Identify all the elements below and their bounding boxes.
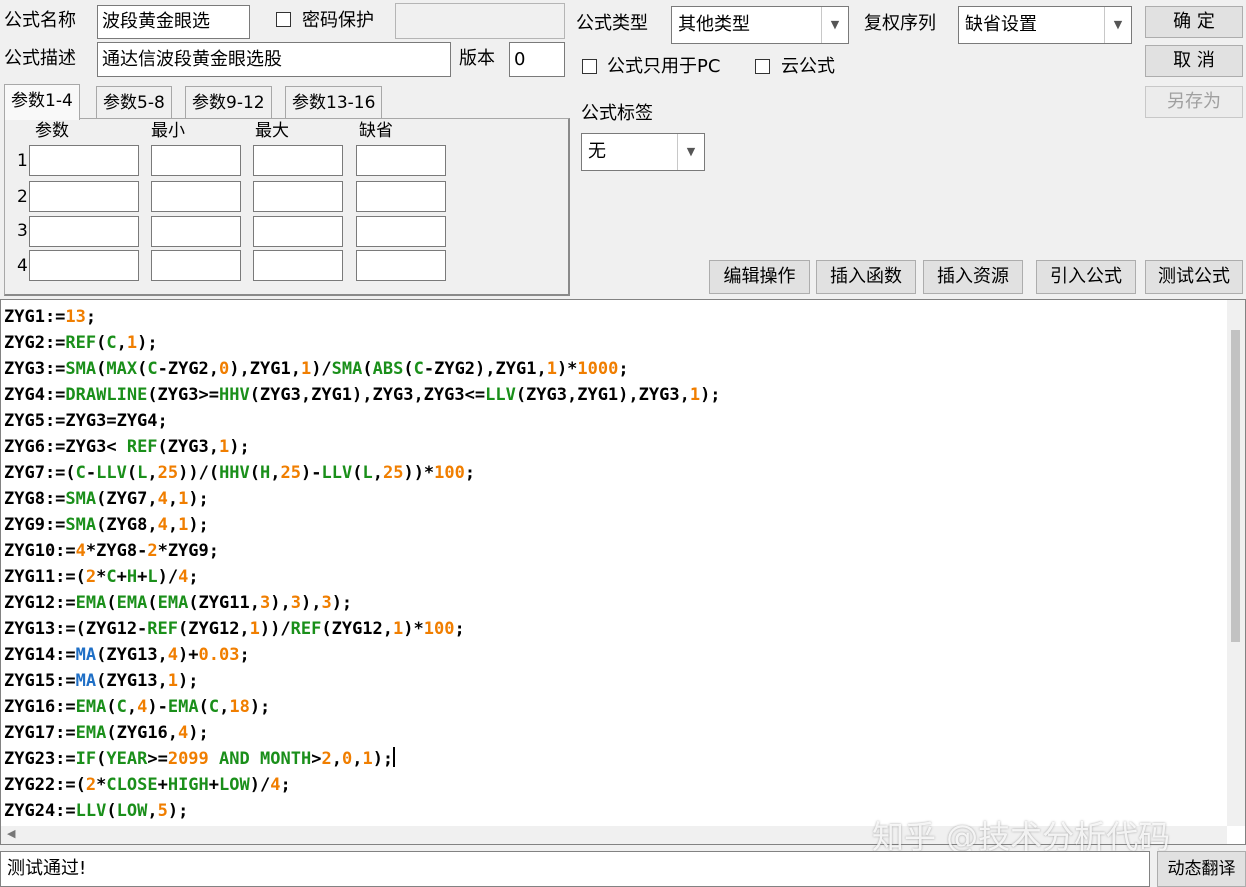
formula-code-editor[interactable]: ZYG1:=13; ZYG2:=REF(C,1); ZYG3:=SMA(MAX(C-… [0,299,1246,845]
params-panel: 参数 最小 最大 缺省 1 2 3 4 [4,118,570,296]
status-message: 测试通过! [0,851,1150,887]
edit-operations-button[interactable]: 编辑操作 [709,260,810,294]
vertical-scrollbar[interactable] [1227,300,1245,826]
cloud-formula-label: 云公式 [781,56,835,77]
version-label: 版本 [459,48,495,69]
chevron-down-icon[interactable]: ▼ [677,134,704,170]
chevron-down-icon[interactable]: ▼ [1104,7,1131,43]
pc-only-label: 公式只用于PC [607,56,721,77]
param-name-input[interactable] [29,181,139,212]
param-max-input[interactable] [253,145,343,176]
code-line[interactable]: ZYG8:=SMA(ZYG7,4,1); [4,486,721,512]
code-line[interactable]: ZYG3:=SMA(MAX(C-ZYG2,0),ZYG1,1)/SMA(ABS(… [4,356,721,382]
code-line[interactable]: ZYG4:=DRAWLINE(ZYG3>=HHV(ZYG3,ZYG1),ZYG3… [4,382,721,408]
insert-resource-button[interactable]: 插入资源 [923,260,1023,294]
formula-desc-label: 公式描述 [4,48,76,69]
scrollbar-thumb[interactable] [1231,330,1240,642]
import-formula-button[interactable]: 引入公式 [1036,260,1136,294]
param-min-input[interactable] [151,250,241,281]
param-min-input[interactable] [151,216,241,247]
password-protect-checkbox[interactable] [276,12,291,27]
code-line[interactable]: ZYG13:=(ZYG12-REF(ZYG12,1))/REF(ZYG12,1)… [4,616,721,642]
param-max-input[interactable] [253,216,343,247]
formula-type-label: 公式类型 [576,13,648,34]
formula-tag-value: 无 [588,141,606,162]
rights-sequence-select[interactable]: 缺省设置 ▼ [958,6,1132,44]
code-line[interactable]: ZYG9:=SMA(ZYG8,4,1); [4,512,721,538]
scroll-left-arrow-icon[interactable]: ◀ [7,827,15,840]
insert-function-button[interactable]: 插入函数 [816,260,916,294]
code-line[interactable]: ZYG15:=MA(ZYG13,1); [4,668,721,694]
code-line[interactable]: ZYG14:=MA(ZYG13,4)+0.03; [4,642,721,668]
params-col-header: 最大 [255,121,289,141]
param-name-input[interactable] [29,145,139,176]
code-line[interactable]: ZYG6:=ZYG3< REF(ZYG3,1); [4,434,721,460]
formula-desc-input[interactable]: 通达信波段黄金眼选股 [97,42,451,77]
code-line[interactable]: ZYG12:=EMA(EMA(EMA(ZYG11,3),3),3); [4,590,721,616]
code-line[interactable]: ZYG16:=EMA(C,4)-EMA(C,18); [4,694,721,720]
tab-params-1-4[interactable]: 参数1-4 [4,84,80,120]
param-max-input[interactable] [253,181,343,212]
code-line[interactable]: ZYG2:=REF(C,1); [4,330,721,356]
pc-only-checkbox[interactable] [582,59,597,74]
param-name-input[interactable] [29,250,139,281]
formula-type-value: 其他类型 [678,14,750,35]
param-default-input[interactable] [356,145,446,176]
params-col-header: 缺省 [359,121,393,141]
confirm-button[interactable]: 确 定 [1145,6,1243,38]
rights-sequence-label: 复权序列 [864,13,936,34]
formula-type-select[interactable]: 其他类型 ▼ [671,6,849,44]
code-line[interactable]: ZYG24:=LLV(LOW,5); [4,798,721,824]
rights-sequence-value: 缺省设置 [965,14,1037,35]
chevron-down-icon[interactable]: ▼ [821,7,848,43]
tab-params-9-12[interactable]: 参数9-12 [185,86,272,118]
password-input [395,3,565,39]
params-col-header: 参数 [35,121,69,141]
code-line[interactable]: ZYG5:=ZYG3=ZYG4; [4,408,721,434]
param-default-input[interactable] [356,250,446,281]
cancel-button[interactable]: 取 消 [1145,45,1243,77]
cloud-formula-checkbox[interactable] [755,59,770,74]
tab-params-5-8[interactable]: 参数5-8 [96,86,172,118]
params-col-header: 最小 [151,121,185,141]
code-line[interactable]: ZYG23:=IF(YEAR>=2099 AND MONTH>2,0,1); [4,746,721,772]
formula-name-input[interactable]: 波段黄金眼选 [97,5,250,39]
password-protect-label: 密码保护 [302,10,374,31]
text-cursor [393,747,396,767]
version-input[interactable]: 0 [509,42,565,77]
save-as-button[interactable]: 另存为 [1145,86,1243,118]
formula-name-label: 公式名称 [4,10,76,31]
tab-params-13-16[interactable]: 参数13-16 [285,86,383,118]
code-content[interactable]: ZYG1:=13; ZYG2:=REF(C,1); ZYG3:=SMA(MAX(C-… [4,304,721,824]
formula-tag-select[interactable]: 无 ▼ [581,133,705,171]
test-formula-button[interactable]: 测试公式 [1145,260,1243,294]
param-min-input[interactable] [151,145,241,176]
code-line[interactable]: ZYG7:=(C-LLV(L,25))/(HHV(H,25)-LLV(L,25)… [4,460,721,486]
code-line[interactable]: ZYG1:=13; [4,304,721,330]
param-default-input[interactable] [356,216,446,247]
dynamic-translate-button[interactable]: 动态翻译 [1157,851,1246,887]
formula-tag-label: 公式标签 [581,103,653,124]
code-line[interactable]: ZYG10:=4*ZYG8-2*ZYG9; [4,538,721,564]
param-max-input[interactable] [253,250,343,281]
param-default-input[interactable] [356,181,446,212]
param-min-input[interactable] [151,181,241,212]
code-line[interactable]: ZYG22:=(2*CLOSE+HIGH+LOW)/4; [4,772,721,798]
code-line[interactable]: ZYG17:=EMA(ZYG16,4); [4,720,721,746]
code-line[interactable]: ZYG11:=(2*C+H+L)/4; [4,564,721,590]
param-name-input[interactable] [29,216,139,247]
